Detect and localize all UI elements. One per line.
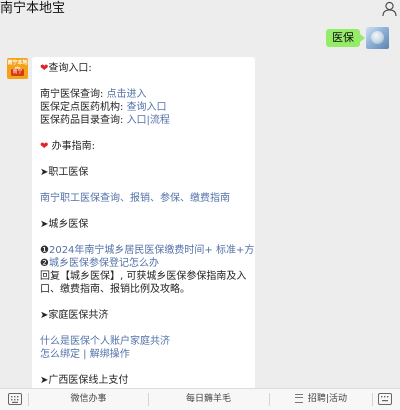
bullet-number: ❷ <box>40 258 49 269</box>
section-title: ➤广西医保线上支付 <box>40 375 129 386</box>
message-line: ➤广西医保线上支付 <box>40 374 254 387</box>
self-avatar <box>366 27 389 49</box>
menu-weixin-banshi[interactable]: 微信办事 <box>30 389 147 410</box>
menu-jobs-events[interactable]: 招聘|活动 <box>270 389 372 410</box>
bot-message-content: ❤查询入口: 南宁医保查询: 点击进入 医保定点医药机构: 查询入口 医保药品目录查询… <box>40 62 255 387</box>
message-line: 回复【城乡医保】, 可获城乡医保参保指南及入 <box>40 270 254 283</box>
message-line: 口、缴费指南、报销比例及攻略。 <box>40 283 254 296</box>
section-heading: 办事指南: <box>48 141 95 152</box>
line-label: 医保定点医药机构: <box>40 102 127 113</box>
message-line: ➤职工医保 <box>40 166 254 179</box>
message-line: 南宁职工医保查询、报销、参保、缴费指南 <box>40 192 254 205</box>
link[interactable]: 查询入口 <box>127 102 167 113</box>
user-icon[interactable] <box>382 1 397 17</box>
link[interactable]: 解绑操作 <box>90 349 130 360</box>
line-label: 医保药品目录查询: <box>40 115 127 126</box>
message-line: ❷城乡医保参保登记怎么办 <box>40 257 254 270</box>
message-line: 什么是医保个人账户家庭共济 <box>40 335 254 348</box>
menu-divider <box>372 393 373 406</box>
link[interactable]: 南宁职工医保查询、报销、参保、缴费指南 <box>40 193 230 204</box>
line-label: 南宁医保查询: <box>40 89 107 100</box>
link[interactable]: 点击进入 <box>107 89 147 100</box>
avatar-badge: 南宁 <box>11 69 24 76</box>
bot-message-bubble: ❤查询入口: 南宁医保查询: 点击进入 医保定点医药机构: 查询入口 医保药品目录查询… <box>32 57 255 392</box>
keyboard-icon[interactable] <box>8 393 22 405</box>
menu-label: 微信办事 <box>70 394 107 404</box>
message-line: ➤家庭医保共济 <box>40 309 254 322</box>
link-separator: | <box>80 349 90 360</box>
menu-label: 每日薅羊毛 <box>185 394 231 404</box>
menu-label: 招聘|活动 <box>307 394 347 404</box>
link[interactable]: 什么是医保个人账户家庭共济 <box>40 336 170 347</box>
message-line: ➤城乡医保 <box>40 218 254 231</box>
message-line: 医保定点医药机构: 查询入口 <box>40 101 254 114</box>
message-line: ❶2024年南宁城乡居民医保缴费时间+ 标准+方式 <box>40 244 255 257</box>
bullet-number: ❶ <box>40 245 49 256</box>
message-text: 回复【城乡医保】, 可获城乡医保参保指南及入 <box>40 271 247 282</box>
section-heading: 查询入口: <box>48 63 92 74</box>
keyboard-icon[interactable] <box>378 393 392 405</box>
section-title: ➤城乡医保 <box>40 219 89 230</box>
menu-divider <box>28 393 29 406</box>
user-message-bubble: 医保 <box>326 29 365 47</box>
message-line: 南宁医保查询: 点击进入 <box>40 88 254 101</box>
bot-avatar[interactable]: 南宁本地宝 南宁 <box>7 58 28 79</box>
bottom-menu-bar: 微信办事 每日薅羊毛 招聘|活动 <box>0 388 400 410</box>
message-line: 医保药品目录查询: 入口|流程 <box>40 114 254 127</box>
message-line: 怎么绑定 | 解绑操作 <box>40 348 254 361</box>
link[interactable]: 怎么绑定 <box>40 349 80 360</box>
link[interactable]: 2024年南宁城乡居民医保缴费时间+ 标准+方式 <box>49 245 255 256</box>
message-text: 口、缴费指南、报销比例及攻略。 <box>40 284 190 295</box>
link[interactable]: 入口|流程 <box>127 115 170 126</box>
top-bar: 南宁本地宝 <box>0 0 400 22</box>
menu-daily-deals[interactable]: 每日薅羊毛 <box>149 389 268 410</box>
message-line: ❤查询入口: <box>40 62 254 75</box>
link[interactable]: 城乡医保参保登记怎么办 <box>49 258 159 269</box>
message-line: ❤ 办事指南: <box>40 140 254 153</box>
menu-icon <box>295 394 304 403</box>
section-title: ➤家庭医保共济 <box>40 310 109 321</box>
section-title: ➤职工医保 <box>40 167 89 178</box>
page-title: 南宁本地宝 <box>0 1 66 16</box>
